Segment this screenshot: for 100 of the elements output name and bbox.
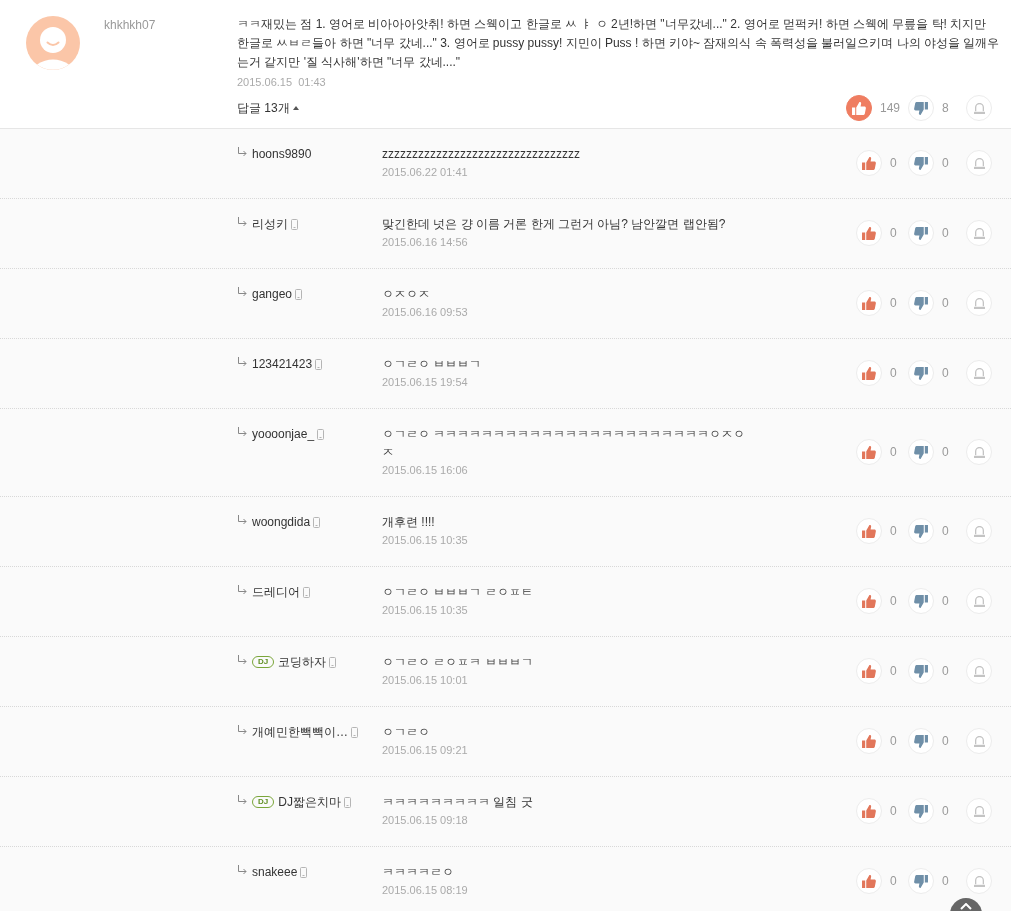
thumbs-down-icon — [914, 874, 928, 888]
report-button[interactable] — [966, 360, 992, 386]
thumbs-down-icon — [914, 594, 928, 608]
reply-author[interactable]: yoooonjae_ — [252, 427, 315, 441]
dislike-button[interactable] — [908, 220, 934, 246]
like-count: 0 — [890, 445, 898, 459]
report-button[interactable] — [966, 658, 992, 684]
reply-author[interactable]: DJ짧은치마 — [278, 793, 341, 811]
like-count: 0 — [890, 226, 898, 240]
reply-author[interactable]: 드레디어 — [252, 583, 300, 601]
reply-text: ㅇㅈㅇㅈ — [382, 286, 430, 303]
report-button[interactable] — [966, 588, 992, 614]
reply-date: 2015.06.15 10:01 — [382, 673, 468, 688]
thumbs-up-icon — [862, 445, 876, 459]
reply-author[interactable]: 코딩하자 — [278, 653, 327, 671]
dislike-button[interactable] — [908, 868, 934, 894]
reply-arrow-icon — [237, 216, 247, 227]
reply-text: ㅇㄱㄹㅇ ㅂㅂㅂㄱ ㄹㅇㅍㅌ — [382, 584, 533, 601]
reply-date: 2015.06.22 01:41 — [382, 165, 468, 180]
reply-text: ㅇㄱㄹㅇ ㄹㅇㅍㅋ ㅂㅂㅂㄱ — [382, 654, 533, 671]
reply-text: 맞긴한데 넛은 걍 이름 거론 한게 그런거 아님? 남안깔면 랩안됨? — [382, 216, 726, 233]
reply-date: 2015.06.15 09:18 — [382, 813, 468, 828]
reply-text: 개후련 !!!! — [382, 514, 435, 531]
thumbs-down-icon — [914, 734, 928, 748]
reply-author[interactable]: woongdida — [252, 515, 311, 529]
like-count: 0 — [890, 874, 898, 888]
thumbs-up-icon — [862, 366, 876, 380]
dislike-button[interactable] — [908, 150, 934, 176]
reply-author[interactable]: snakeee — [252, 865, 298, 879]
report-button[interactable] — [966, 150, 992, 176]
siren-icon — [973, 805, 985, 817]
reply-arrow-icon — [237, 864, 247, 875]
report-button[interactable] — [966, 290, 992, 316]
reply-arrow-icon — [237, 146, 247, 157]
dislike-count: 0 — [942, 226, 950, 240]
dislike-button[interactable] — [908, 728, 934, 754]
siren-icon — [973, 525, 985, 537]
reply-author[interactable]: hoons9890 — [252, 147, 312, 161]
siren-icon — [973, 735, 985, 747]
like-button[interactable] — [845, 95, 872, 121]
siren-icon — [973, 227, 985, 239]
reply-author[interactable]: 123421423 — [252, 357, 313, 371]
replies-toggle[interactable]: 답글 13개 — [237, 99, 299, 117]
thumbs-up-icon — [851, 101, 866, 115]
dislike-count: 0 — [942, 734, 950, 748]
thumbs-down-icon — [914, 524, 928, 538]
reply-date: 2015.06.15 16:06 — [382, 463, 468, 478]
report-button[interactable] — [966, 728, 992, 754]
avatar-icon — [26, 16, 80, 70]
report-button[interactable] — [966, 798, 992, 824]
reply-arrow-icon — [237, 584, 247, 595]
report-button[interactable] — [966, 95, 992, 121]
reply-arrow-icon — [237, 794, 247, 805]
reply-author[interactable]: 개예민한빽빽이… — [252, 723, 348, 741]
dislike-button[interactable] — [908, 798, 934, 824]
like-count: 0 — [890, 296, 898, 310]
like-count: 0 — [890, 594, 898, 608]
reply-arrow-icon — [237, 654, 247, 665]
dislike-count: 0 — [942, 594, 950, 608]
dislike-button[interactable] — [908, 95, 934, 121]
dislike-count: 0 — [942, 804, 950, 818]
reply-author[interactable]: gangeo — [252, 287, 293, 301]
reply-text: ㅋㅋㅋㅋㅋㅋㅋㅋㅋ 일침 굿 — [382, 794, 533, 811]
thumbs-up-icon — [862, 664, 876, 678]
dislike-count: 0 — [942, 664, 950, 678]
like-count: 0 — [890, 524, 898, 538]
dislike-count: 0 — [942, 445, 950, 459]
dislike-count: 0 — [942, 296, 950, 310]
siren-icon — [973, 102, 985, 114]
like-count: 149 — [879, 101, 900, 115]
siren-icon — [973, 665, 985, 677]
like-count: 0 — [890, 804, 898, 818]
comment-date: 2015.06.15 01:43 — [237, 75, 326, 89]
report-button[interactable] — [966, 220, 992, 246]
siren-icon — [973, 446, 985, 458]
thumbs-down-icon — [914, 804, 928, 818]
reply-arrow-icon — [237, 724, 247, 735]
thumbs-down-icon — [914, 366, 928, 380]
like-count: 0 — [890, 734, 898, 748]
report-button[interactable] — [966, 518, 992, 544]
dislike-button[interactable] — [908, 518, 934, 544]
thumbs-up-icon — [862, 874, 876, 888]
reply-arrow-icon — [237, 514, 247, 525]
thumbs-down-icon — [914, 445, 928, 459]
dislike-button[interactable] — [908, 290, 934, 316]
reply-date: 2015.06.15 19:54 — [382, 375, 468, 390]
thumbs-down-icon — [914, 226, 928, 240]
siren-icon — [973, 595, 985, 607]
report-button[interactable] — [966, 439, 992, 465]
thumbs-up-icon — [862, 156, 876, 170]
dislike-button[interactable] — [908, 588, 934, 614]
reply-author[interactable]: 리성키 — [252, 215, 288, 233]
dislike-count: 0 — [942, 366, 950, 380]
dislike-button[interactable] — [908, 658, 934, 684]
reply-text: ㅇㄱㄹㅇ ㅋㅋㅋㅋㅋㅋㅋㅋㅋㅋㅋㅋㅋㅋㅋㅋㅋㅋㅋㅋㅋㅋㅋㅇㅈㅇㅈ — [382, 426, 747, 461]
dislike-button[interactable] — [908, 360, 934, 386]
reply-date: 2015.06.15 10:35 — [382, 533, 468, 548]
dislike-button[interactable] — [908, 439, 934, 465]
thumbs-up-icon — [862, 734, 876, 748]
dislike-count: 0 — [942, 874, 950, 888]
